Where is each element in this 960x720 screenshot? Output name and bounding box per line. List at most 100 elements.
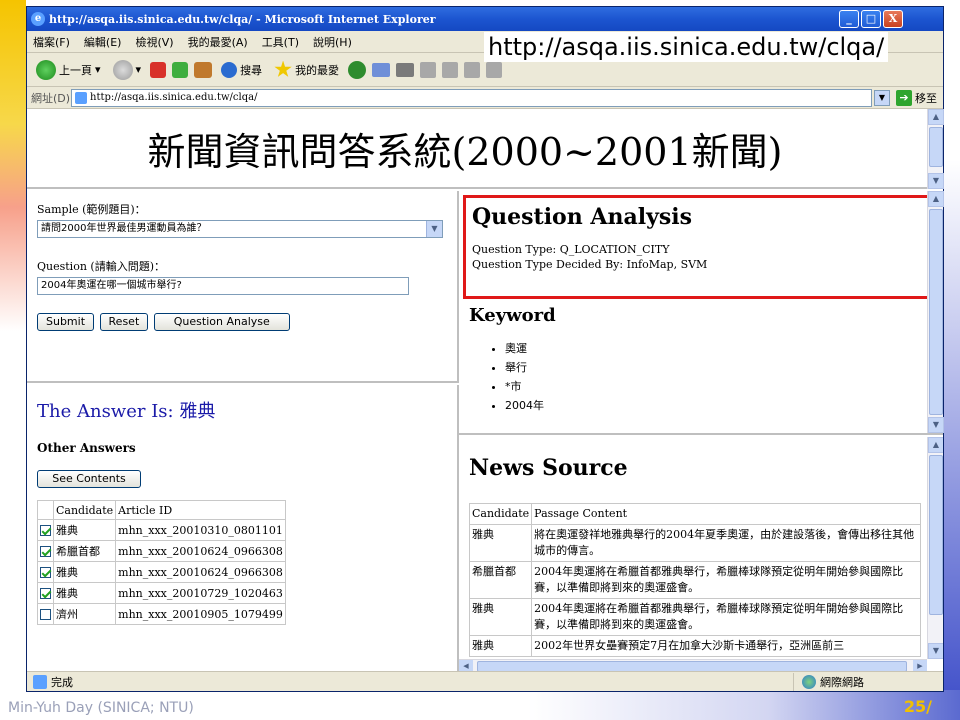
table-row: 雅典 2004年奧運將在希臘首都雅典舉行，希臘棒球隊預定從明年開始參與國際比賽，… (468, 598, 921, 636)
passage-cell: 2004年奧運將在希臘首都雅典舉行，希臘棒球隊預定從明年開始參與國際比賽，以準備… (531, 598, 921, 636)
candidate-cell: 雅典 (52, 582, 117, 604)
scroll-down-icon[interactable]: ▼ (928, 643, 943, 659)
analysis-frame-scrollbar[interactable]: ▲ ▼ (927, 191, 944, 433)
home-icon[interactable] (194, 61, 213, 78)
list-item: *市 (505, 377, 544, 396)
scroll-up-icon[interactable]: ▲ (928, 437, 943, 453)
forward-arrow-icon (112, 59, 133, 80)
chevron-down-icon[interactable]: ▼ (426, 221, 442, 237)
folder-icon[interactable] (442, 61, 459, 78)
scroll-thumb[interactable] (929, 209, 943, 415)
see-contents-button[interactable]: See Contents (37, 470, 141, 488)
candidate-cell: 雅典 (52, 519, 117, 541)
menu-file[interactable]: 檔案(F) (33, 34, 70, 50)
list-item: 2004年 (505, 396, 544, 415)
sample-label: Sample (範例題目)： (37, 203, 146, 216)
close-button[interactable]: X (883, 10, 903, 28)
scroll-up-icon[interactable]: ▲ (928, 109, 944, 125)
analysis-frame: Question Analysis Question Type: Q_LOCAT… (459, 191, 944, 435)
favorites-label: 我的最愛 (295, 63, 340, 77)
menu-help[interactable]: 說明(H) (313, 34, 352, 50)
menu-edit[interactable]: 編輯(E) (84, 34, 122, 50)
title-frame-scrollbar[interactable]: ▲ ▼ (927, 109, 944, 189)
history-icon[interactable] (348, 60, 367, 79)
menu-tools[interactable]: 工具(T) (262, 34, 299, 50)
scroll-up-icon[interactable]: ▲ (928, 191, 944, 207)
candidate-cell: 雅典 (468, 635, 533, 657)
reset-button[interactable]: Reset (99, 313, 149, 331)
candidate-cell: 希臘首都 (468, 561, 533, 599)
search-button[interactable]: 搜尋 (218, 60, 265, 80)
go-label: 移至 (915, 91, 937, 105)
question-input[interactable]: 2004年奧運在哪一個城市舉行? (37, 277, 409, 295)
address-input[interactable]: http://asqa.iis.sinica.edu.tw/clqa/ (71, 88, 872, 107)
favorites-button[interactable]: 我的最愛 (271, 59, 342, 81)
messenger-icon[interactable] (486, 61, 503, 78)
forward-button[interactable]: ▾ (110, 58, 145, 82)
research-icon[interactable] (464, 61, 481, 78)
table-row: 雅典 mhn_xxx_20010624_0966308 (37, 561, 286, 583)
news-source-heading: News Source (469, 455, 628, 481)
edit-icon[interactable] (420, 61, 437, 78)
browser-window: e http://asqa.iis.sinica.edu.tw/clqa/ - … (26, 6, 944, 692)
scroll-thumb[interactable] (929, 455, 943, 615)
chevron-down-icon: ▾ (95, 63, 101, 76)
scroll-down-icon[interactable]: ▼ (928, 417, 944, 433)
keyword-heading: Keyword (469, 305, 556, 326)
candidate-checkbox[interactable] (40, 546, 51, 557)
menu-view[interactable]: 檢視(V) (135, 34, 173, 50)
list-item: 奧運 (505, 339, 544, 358)
address-bar: 網址(D) http://asqa.iis.sinica.edu.tw/clqa… (27, 87, 943, 109)
table-row: 希臘首都 2004年奧運將在希臘首都雅典舉行，希臘棒球隊預定從明年開始參與國際比… (468, 561, 921, 599)
candidate-table-header: Candidate Article ID (37, 500, 286, 520)
slide-page-number: 25/ (903, 697, 932, 716)
article-id-cell: mhn_xxx_20010624_0966308 (115, 540, 286, 562)
passage-cell: 2002年世界女壘賽預定7月在加拿大沙斯卡通舉行，亞洲區前三 (531, 635, 921, 657)
candidate-checkbox[interactable] (40, 609, 51, 620)
table-row: 希臘首都 mhn_xxx_20010624_0966308 (37, 540, 286, 562)
mail-icon[interactable] (372, 62, 391, 77)
other-answers-heading: Other Answers (37, 441, 136, 455)
ie-logo-icon: e (31, 12, 45, 26)
go-button[interactable]: ➔ 移至 (890, 89, 943, 106)
back-button[interactable]: 上一頁 ▾ (33, 58, 104, 82)
sample-select-value: 請問2000年世界最佳男運動員為誰？ (41, 223, 207, 234)
header-checkbox-cell (37, 500, 54, 520)
news-source-frame: News Source Candidate Passage Content 雅典… (459, 437, 943, 673)
scroll-down-icon[interactable]: ▼ (928, 173, 944, 189)
scroll-thumb[interactable] (929, 127, 943, 167)
article-id-cell: mhn_xxx_20010729_1020463 (115, 582, 286, 604)
list-item: 舉行 (505, 358, 544, 377)
menu-favorites[interactable]: 我的最愛(A) (188, 34, 248, 50)
candidate-cell: 希臘首都 (52, 540, 117, 562)
star-icon (274, 60, 292, 77)
stop-icon[interactable] (150, 61, 167, 78)
candidate-checkbox[interactable] (40, 525, 51, 536)
question-type-decided-line: Question Type Decided By: InfoMap, SVM (472, 258, 708, 271)
candidate-cell: 雅典 (468, 598, 533, 636)
header-candidate: Candidate (52, 500, 117, 520)
zone-label: 網際網路 (820, 675, 864, 689)
question-analysis-box: Question Analysis Question Type: Q_LOCAT… (463, 195, 939, 299)
article-id-cell: mhn_xxx_20010905_1079499 (115, 603, 286, 625)
page-content: 新聞資訊問答系統(2000~2001新聞) ▲ ▼ Sample (範例題目)：… (27, 109, 944, 673)
security-zone: 網際網路 (793, 672, 943, 691)
question-analyse-button[interactable]: Question Analyse (153, 313, 290, 331)
slide-decoration-left (0, 0, 26, 690)
submit-button[interactable]: Submit (37, 313, 95, 331)
page-done-icon (33, 674, 47, 689)
print-icon[interactable] (396, 62, 415, 77)
table-row: 雅典 2002年世界女壘賽預定7月在加拿大沙斯卡通舉行，亞洲區前三 (468, 635, 921, 657)
maximize-button[interactable]: □ (861, 10, 881, 28)
candidate-checkbox[interactable] (40, 588, 51, 599)
question-label: Question (請輸入問題)： (37, 260, 165, 273)
chevron-down-icon[interactable]: ▼ (874, 89, 890, 106)
news-frame-scrollbar[interactable]: ▲ ▼ (927, 437, 943, 659)
passage-cell: 將在奧運發祥地雅典舉行的2004年夏季奧運，由於建設落後，會傳出移往其他城市的傳… (531, 524, 921, 562)
sample-select[interactable]: 請問2000年世界最佳男運動員為誰？ ▼ (37, 220, 443, 238)
refresh-icon[interactable] (172, 61, 189, 78)
url-annotation: http://asqa.iis.sinica.edu.tw/clqa/ (484, 32, 889, 62)
minimize-button[interactable]: _ (839, 10, 859, 28)
candidate-checkbox[interactable] (40, 567, 51, 578)
go-arrow-icon: ➔ (896, 89, 912, 106)
